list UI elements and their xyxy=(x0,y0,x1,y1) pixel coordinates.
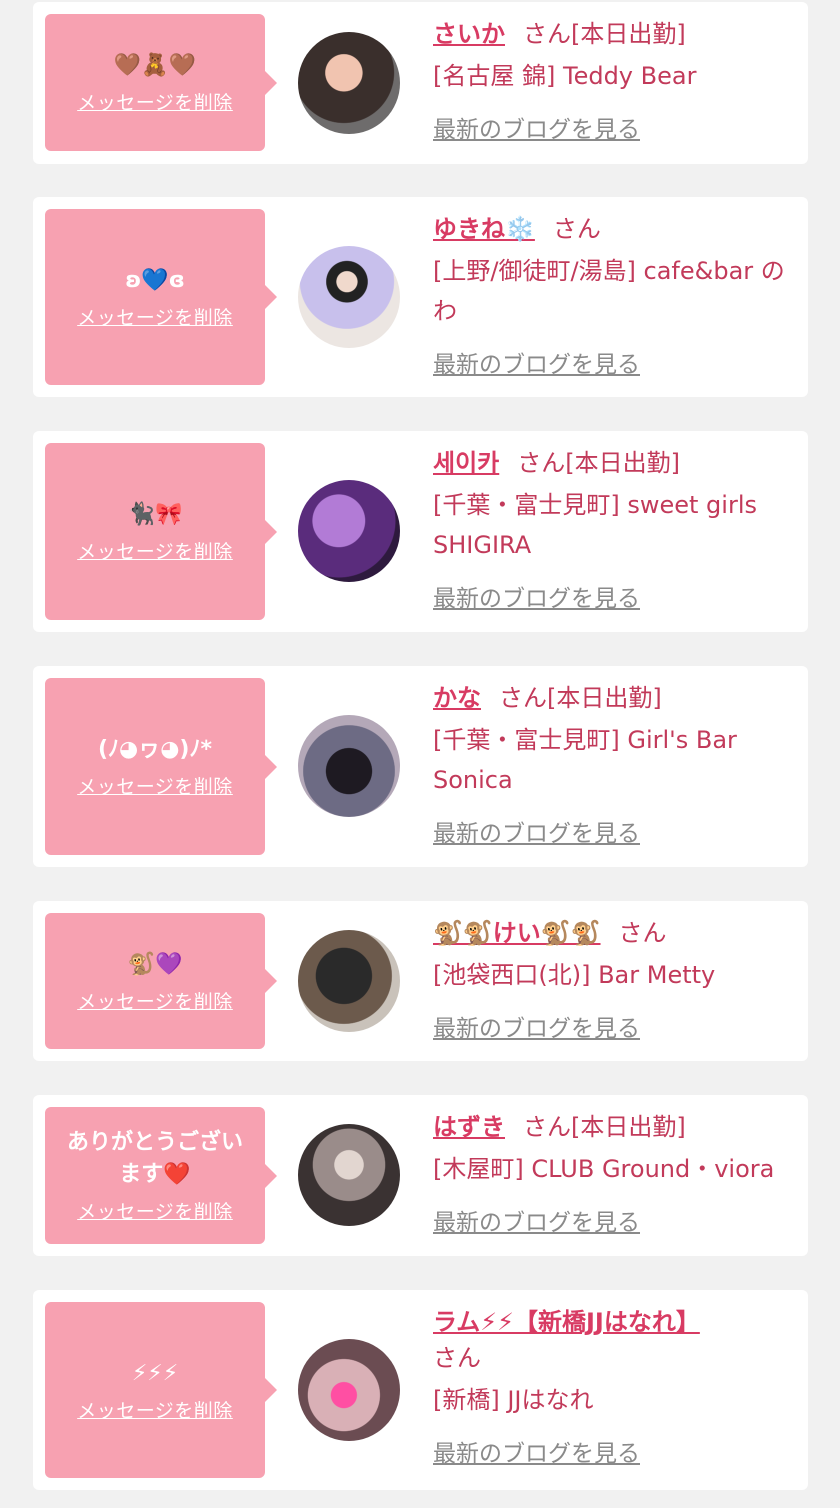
latest-blog-link[interactable]: 最新のブログを見る xyxy=(433,1203,640,1237)
message-text: 🐒💜 xyxy=(127,951,183,977)
cast-name-link[interactable]: 🐒🐒けい🐒🐒 xyxy=(433,919,601,947)
delete-message-link[interactable]: メッセージを削除 xyxy=(77,987,233,1014)
avatar[interactable] xyxy=(298,480,400,582)
delete-message-link[interactable]: メッセージを削除 xyxy=(77,303,233,330)
message-bubble: (ﾉ◕ヮ◕)ﾉ* メッセージを削除 xyxy=(45,678,277,855)
cast-name-link[interactable]: はずき xyxy=(433,1113,505,1141)
delete-message-link[interactable]: メッセージを削除 xyxy=(77,537,233,564)
cast-info: 🐒🐒けい🐒🐒 さん [池袋西口(北)] Bar Metty 最新のブログを見る xyxy=(433,915,794,1043)
delete-message-link[interactable]: メッセージを削除 xyxy=(77,88,233,115)
delete-message-link[interactable]: メッセージを削除 xyxy=(77,1396,233,1423)
message-card: 🐒💜 メッセージを削除 🐒🐒けい🐒🐒 さん [池袋西口(北)] Bar Metty… xyxy=(33,901,808,1061)
message-bubble: ⚡⚡⚡ メッセージを削除 xyxy=(45,1302,277,1478)
cast-info: さいか さん[本日出勤] [名古屋 錦] Teddy Bear 最新のブログを見る xyxy=(433,16,794,144)
message-text: ありがとうございます❤️ xyxy=(66,1130,243,1187)
message-card: 🐈‍⬛🎀 メッセージを削除 세이카 さん[本日出勤] [千葉・富士見町] swee… xyxy=(33,431,808,632)
cast-suffix: さん[本日出勤] xyxy=(523,20,686,48)
cast-name-link[interactable]: ゆきね❄️ xyxy=(433,215,535,243)
cast-suffix: さん xyxy=(433,1344,481,1372)
avatar[interactable] xyxy=(298,715,400,817)
avatar[interactable] xyxy=(298,1339,400,1441)
latest-blog-link[interactable]: 最新のブログを見る xyxy=(433,110,640,144)
message-text: ⚡⚡⚡ xyxy=(131,1360,179,1386)
avatar[interactable] xyxy=(298,930,400,1032)
cast-suffix: さん[本日出勤] xyxy=(517,449,680,477)
cast-name-link[interactable]: さいか xyxy=(433,20,505,48)
message-text: 🤎🧸🤎 xyxy=(113,53,197,78)
cast-name-link[interactable]: かな xyxy=(433,684,481,712)
message-bubble: ありがとうございます❤️ メッセージを削除 xyxy=(45,1107,277,1244)
cast-info: かな さん[本日出勤] [千葉・富士見町] Girl's Bar Sonica 最… xyxy=(433,680,794,848)
message-bubble: 🐒💜 メッセージを削除 xyxy=(45,913,277,1049)
shop-name: [木屋町] CLUB Ground・viora xyxy=(433,1155,775,1183)
cast-suffix: さん xyxy=(618,919,667,947)
shop-name: [千葉・富士見町] sweet girls SHIGIRA xyxy=(433,491,757,559)
delete-message-link[interactable]: メッセージを削除 xyxy=(77,772,233,799)
cast-info: 세이카 さん[本日出勤] [千葉・富士見町] sweet girls SHIGIR… xyxy=(433,445,794,613)
latest-blog-link[interactable]: 最新のブログを見る xyxy=(433,345,640,379)
delete-message-link[interactable]: メッセージを削除 xyxy=(77,1197,233,1224)
message-card: ありがとうございます❤️ メッセージを削除 はずき さん[本日出勤] [木屋町] … xyxy=(33,1095,808,1256)
shop-name: [新橋] JJはなれ xyxy=(433,1386,594,1414)
latest-blog-link[interactable]: 最新のブログを見る xyxy=(433,1434,640,1468)
cast-name-link[interactable]: 세이카 xyxy=(433,449,499,477)
cast-info: はずき さん[本日出勤] [木屋町] CLUB Ground・viora 最新のブ… xyxy=(433,1109,794,1237)
message-text: 🐈‍⬛🎀 xyxy=(127,502,183,527)
latest-blog-link[interactable]: 最新のブログを見る xyxy=(433,1009,640,1043)
cast-suffix: さん xyxy=(552,215,601,243)
avatar[interactable] xyxy=(298,1124,400,1226)
cast-info: ラム⚡⚡【新橋JJはなれ】 さん [新橋] JJはなれ 最新のブログを見る xyxy=(433,1304,794,1468)
shop-name: [池袋西口(北)] Bar Metty xyxy=(433,961,716,989)
message-bubble: 🐈‍⬛🎀 メッセージを削除 xyxy=(45,443,277,620)
shop-name: [名古屋 錦] Teddy Bear xyxy=(433,62,697,90)
message-card: 🤎🧸🤎 メッセージを削除 さいか さん[本日出勤] [名古屋 錦] Teddy B… xyxy=(33,2,808,164)
message-card: (ﾉ◕ヮ◕)ﾉ* メッセージを削除 かな さん[本日出勤] [千葉・富士見町] G… xyxy=(33,666,808,867)
shop-name: [上野/御徒町/湯島] cafe&bar のわ xyxy=(433,257,785,325)
avatar[interactable] xyxy=(298,32,400,134)
avatar[interactable] xyxy=(298,246,400,348)
latest-blog-link[interactable]: 最新のブログを見る xyxy=(433,814,640,848)
message-bubble: ʚ💙ɞ メッセージを削除 xyxy=(45,209,277,385)
shop-name: [千葉・富士見町] Girl's Bar Sonica xyxy=(433,726,737,794)
message-text: ʚ💙ɞ xyxy=(125,267,185,293)
cast-suffix: さん[本日出勤] xyxy=(523,1113,686,1141)
message-bubble: 🤎🧸🤎 メッセージを削除 xyxy=(45,14,277,151)
cast-suffix: さん[本日出勤] xyxy=(499,684,662,712)
message-card: ʚ💙ɞ メッセージを削除 ゆきね❄️ さん [上野/御徒町/湯島] cafe&ba… xyxy=(33,197,808,397)
cast-info: ゆきね❄️ さん [上野/御徒町/湯島] cafe&bar のわ 最新のブログを見… xyxy=(433,211,794,379)
message-card: ⚡⚡⚡ メッセージを削除 ラム⚡⚡【新橋JJはなれ】 さん [新橋] JJはなれ… xyxy=(33,1290,808,1490)
latest-blog-link[interactable]: 最新のブログを見る xyxy=(433,579,640,613)
cast-name-link[interactable]: ラム⚡⚡【新橋JJはなれ】 xyxy=(433,1308,700,1336)
message-text: (ﾉ◕ヮ◕)ﾉ* xyxy=(97,737,212,762)
